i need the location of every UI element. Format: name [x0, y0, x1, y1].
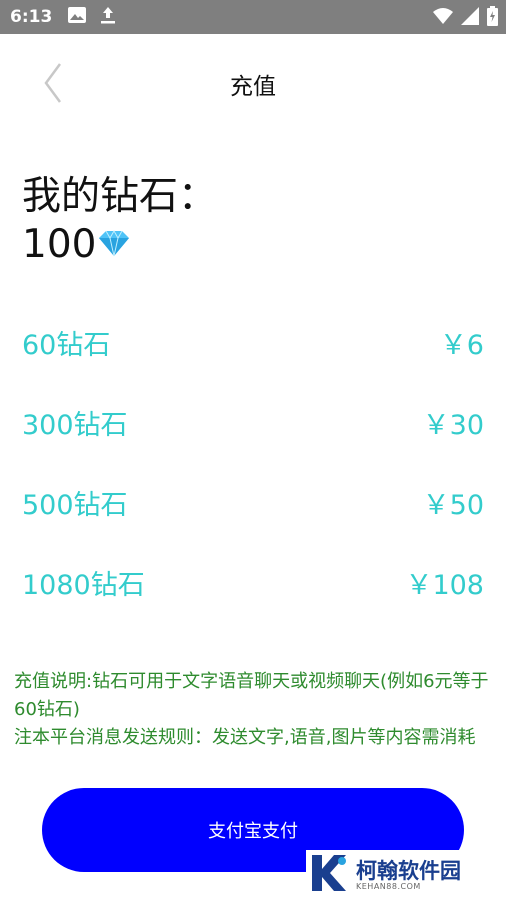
package-option-1080[interactable]: 1080钻石 ￥108: [22, 558, 484, 606]
package-price: ￥6: [439, 329, 484, 361]
package-name: 60钻石: [22, 329, 111, 361]
package-price: ￥30: [422, 409, 484, 441]
balance-row: 100: [22, 222, 130, 267]
status-time: 6:13: [10, 7, 53, 27]
package-option-300[interactable]: 300钻石 ￥30: [22, 398, 484, 446]
package-option-500[interactable]: 500钻石 ￥50: [22, 478, 484, 526]
battery-charging-icon: [487, 6, 498, 30]
package-name: 500钻石: [22, 489, 128, 521]
package-name: 300钻石: [22, 409, 128, 441]
package-price: ￥50: [422, 489, 484, 521]
balance-label: 我的钻石：: [22, 174, 218, 219]
status-bar: 6:13: [0, 0, 506, 34]
notes-line-1: 充值说明:钻石可用于文字语音聊天或视频聊天(例如6元等于60钻石): [14, 671, 489, 720]
upload-icon: [100, 6, 116, 28]
watermark-name: 柯翰软件园: [356, 858, 461, 883]
image-icon: [68, 7, 87, 27]
page-title: 充值: [230, 74, 276, 100]
diamond-icon: [98, 229, 130, 261]
wifi-icon: [433, 8, 453, 28]
balance-value: 100: [22, 222, 97, 267]
notes-line-2: 注本平台消息发送规则：发送文字,语音,图片等内容需消耗: [14, 727, 476, 748]
signal-icon: [461, 7, 479, 29]
pay-button-label: 支付宝支付: [208, 821, 298, 842]
recharge-notes: 充值说明:钻石可用于文字语音聊天或视频聊天(例如6元等于60钻石) 注本平台消息…: [14, 668, 496, 760]
package-price: ￥108: [405, 569, 484, 601]
package-name: 1080钻石: [22, 569, 145, 601]
header: 充值: [0, 34, 506, 130]
watermark: 柯翰软件园 KEHAN88.COM: [306, 850, 506, 900]
watermark-domain: KEHAN88.COM: [356, 881, 421, 891]
package-option-60[interactable]: 60钻石 ￥6: [22, 318, 484, 366]
watermark-logo-icon: [306, 851, 350, 899]
